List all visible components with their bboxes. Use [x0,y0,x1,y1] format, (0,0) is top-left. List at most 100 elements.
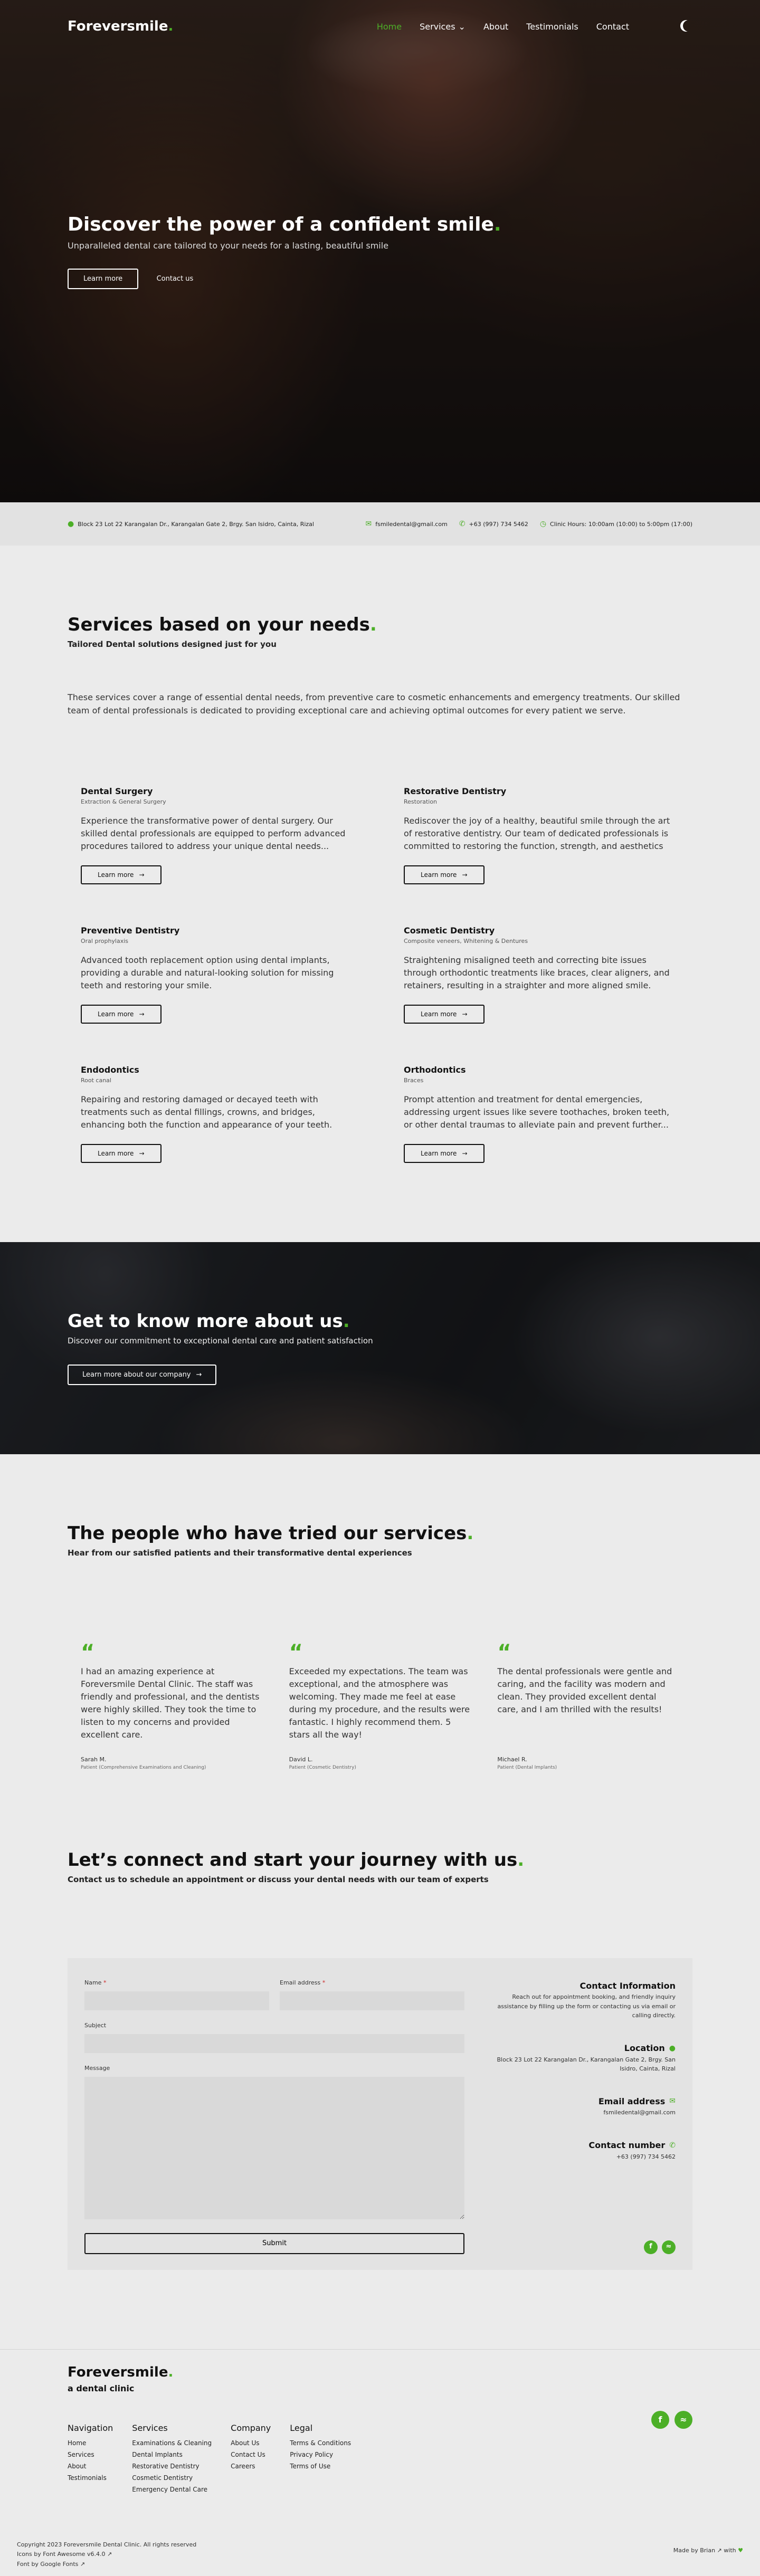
service-learn-more-button[interactable]: Learn more → [81,865,162,884]
testimonial-role: Patient (Dental Implants) [497,1764,557,1770]
footer-link[interactable]: Testimonials [68,2472,113,2484]
footer-link[interactable]: Dental Implants [132,2449,212,2460]
testimonial-card: “Exceeded my expectations. The team was … [289,1642,471,1770]
contact-info: Contact Information Reach out for appoint… [491,1979,676,2254]
envelope-icon: ✉ [669,2097,676,2106]
clock-icon: ◷ [539,520,547,528]
footer-logo[interactable]: Foreversmile. [68,2364,692,2380]
testimonial-author: David L. [289,1756,313,1763]
service-category: Braces [404,1076,424,1084]
footer-column: Company About Us Contact Us Careers [231,2423,271,2496]
arrow-right-icon: → [139,1010,145,1018]
footer-link[interactable]: Services [68,2449,113,2460]
quote-icon: “ [81,1640,95,1665]
subject-field[interactable] [84,2034,464,2053]
info-hours: Clinic Hours: 10:00am (10:00) to 5:00pm … [550,520,692,528]
service-description: Prompt attention and treatment for denta… [404,1094,670,1130]
service-learn-more-button[interactable]: Learn more → [81,1143,162,1163]
phone-title: Contact number [588,2140,666,2150]
services-subtitle: Tailored Dental solutions designed just … [68,640,277,649]
footer-link[interactable]: Restorative Dentistry [132,2460,212,2472]
services-section: Services based on your needs. Tailored D… [0,546,760,1242]
service-learn-more-button[interactable]: Learn more → [404,865,484,884]
location-title: Location [624,2043,665,2053]
about-section: Get to know more about us. Discover our … [0,1242,760,1454]
nav-contact[interactable]: Contact [596,22,629,32]
hero-content: Discover the power of a confident smile.… [68,214,501,289]
nav-about[interactable]: About [483,22,508,32]
footer-link[interactable]: Examinations & Cleaning [132,2437,212,2449]
service-category: Oral prophylaxis [81,937,129,944]
footer-link[interactable]: About Us [231,2437,271,2449]
footer-column: Legal Terms & Conditions Privacy Policy Ter… [290,2423,351,2496]
footer-link[interactable]: Careers [231,2460,271,2472]
about-learn-more-button[interactable]: Learn more about our company → [68,1364,217,1385]
hero-contact-button[interactable]: Contact us [157,275,194,283]
service-card: Orthodontics Braces Prompt attention and t… [404,1065,679,1163]
hero-learn-more-button[interactable]: Learn more [68,269,139,289]
service-card: Endodontics Root canal Repairing and resto… [81,1065,356,1163]
footer: Foreversmile. a dental clinic Navigation… [0,2349,760,2576]
nav-testimonials[interactable]: Testimonials [526,22,578,32]
location-pin-icon: ● [669,2044,676,2053]
arrow-right-icon: → [462,1149,468,1157]
email-text[interactable]: fsmiledental@gmail.com [491,2108,676,2117]
arrow-right-icon: → [139,1149,145,1157]
info-phone[interactable]: +63 (997) 734 5462 [469,521,528,528]
contact-subtitle: Contact us to schedule an appointment or… [68,1874,489,1884]
copyright-text: Copyright 2023 Foreversmile Dental Clini… [17,2541,197,2548]
service-name: Restorative Dentistry [404,786,507,796]
service-category: Restoration [404,798,438,805]
footer-tagline: a dental clinic [68,2383,135,2393]
info-email[interactable]: fsmiledental@gmail.com [375,521,448,528]
footer-bottom: Copyright 2023 Foreversmile Dental Clini… [17,2540,743,2570]
arrow-right-icon: → [462,1010,468,1018]
testimonial-author: Sarah M. [81,1756,107,1763]
phone-text[interactable]: +63 (997) 734 5462 [491,2152,676,2162]
footer-link[interactable]: About [68,2460,113,2472]
testimonial-card: “The dental professionals were gentle an… [497,1642,679,1770]
email-label: Email address * [280,1979,326,1986]
facebook-icon[interactable]: f [644,2240,658,2254]
services-intro: These services cover a range of essentia… [68,692,680,715]
name-field[interactable] [84,1991,269,2010]
service-card: Dental Surgery Extraction & General Surge… [81,786,356,884]
messenger-icon[interactable]: ≈ [662,2240,676,2254]
messenger-icon[interactable]: ≈ [674,2410,692,2429]
service-name: Cosmetic Dentistry [404,925,495,936]
info-bar: ● Block 23 Lot 22 Karangalan Dr., Karanga… [0,502,760,546]
service-learn-more-button[interactable]: Learn more → [404,1004,484,1024]
testimonial-author: Michael R. [497,1756,527,1763]
nav-home[interactable]: Home [377,22,402,32]
submit-button[interactable]: Submit [84,2232,464,2254]
footer-link[interactable]: Terms of Use [290,2460,351,2472]
service-category: Root canal [81,1076,111,1084]
footer-column: Services Examinations & Cleaning Dental Im… [132,2423,212,2496]
service-learn-more-button[interactable]: Learn more → [404,1143,484,1163]
footer-link[interactable]: Privacy Policy [290,2449,351,2460]
footer-column: Navigation Home Services About Testimonials [68,2423,113,2496]
heart-icon: ♥ [738,2546,743,2554]
nav-menu: Home Services ⌄ About Testimonials Contac… [377,22,629,32]
email-field[interactable] [280,1991,464,2010]
message-field[interactable] [84,2076,464,2219]
quote-icon: “ [497,1640,511,1665]
service-name: Endodontics [81,1064,139,1075]
footer-link[interactable]: Cosmetic Dentistry [132,2472,212,2484]
site-logo[interactable]: Foreversmile. [68,18,173,34]
footer-link[interactable]: Contact Us [231,2449,271,2460]
testimonials-subtitle: Hear from our satisfied patients and the… [68,1548,412,1558]
service-learn-more-button[interactable]: Learn more → [81,1004,162,1024]
footer-link[interactable]: Emergency Dental Care [132,2484,212,2495]
testimonial-text: I had an amazing experience at Foreversm… [81,1666,260,1740]
moon-icon[interactable] [683,20,695,32]
testimonial-text: The dental professionals were gentle and… [497,1666,672,1714]
service-category: Composite veneers, Whitening & Dentures [404,937,528,944]
service-name: Preventive Dentistry [81,925,180,936]
facebook-icon[interactable]: f [651,2410,669,2429]
footer-link[interactable]: Terms & Conditions [290,2437,351,2449]
nav-services[interactable]: Services ⌄ [420,22,466,32]
footer-link[interactable]: Home [68,2437,113,2449]
quote-icon: “ [289,1640,303,1665]
footer-socials: f ≈ [651,2410,692,2429]
